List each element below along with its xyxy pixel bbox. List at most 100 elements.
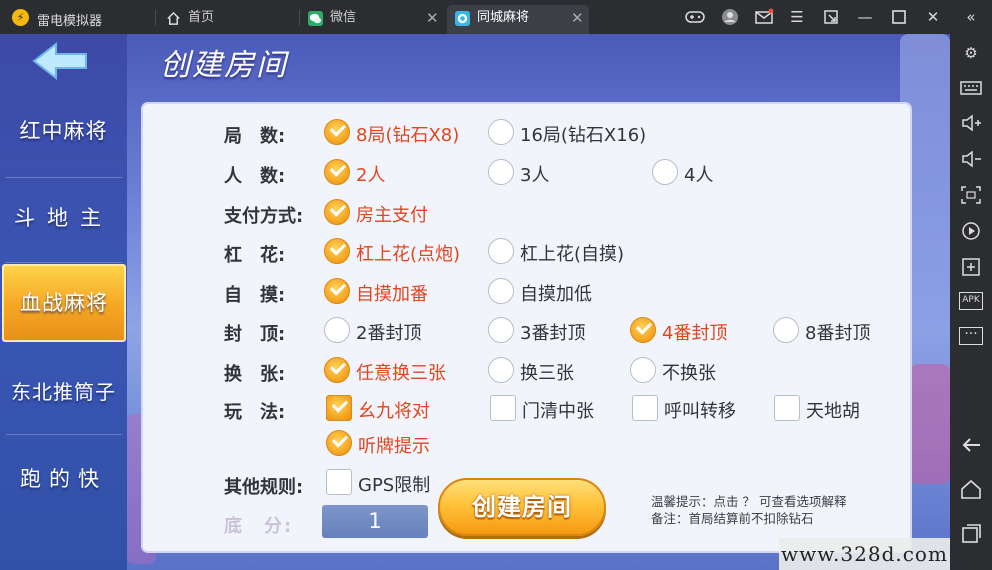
gamepad-icon[interactable] — [684, 7, 706, 27]
screenshot-icon[interactable] — [959, 184, 983, 206]
back-icon[interactable] — [959, 434, 983, 456]
nav-separator — [6, 262, 122, 263]
cap-label: 封 顶: — [224, 324, 286, 345]
volume-down-icon[interactable] — [959, 148, 983, 170]
radio-unchecked-icon — [488, 278, 514, 304]
cap-option-4[interactable]: 4番封顶 — [630, 317, 750, 345]
home-icon — [167, 11, 180, 25]
play-option-menqing[interactable]: 门清中张 — [490, 395, 620, 423]
radio-unchecked-icon — [488, 238, 514, 264]
cap-option-2[interactable]: 2番封顶 — [324, 317, 444, 345]
radio-unchecked-icon — [630, 357, 656, 383]
radio-unchecked-icon — [324, 317, 350, 343]
tab-home[interactable]: 首页 — [158, 5, 298, 34]
watermark: www.328d.com — [779, 538, 950, 570]
settings-icon[interactable]: ⚙ — [959, 42, 983, 64]
radio-checked-icon — [324, 278, 350, 304]
nav-dongbei-tuitongzi[interactable]: 东北推筒子 — [0, 352, 127, 432]
tab-wechat[interactable]: 微信 ✕ — [300, 5, 445, 34]
gang-option-dianpao[interactable]: 杠上花(点炮) — [324, 238, 484, 266]
swap-option-any[interactable]: 任意换三张 — [324, 357, 464, 385]
radio-checked-icon — [324, 357, 350, 383]
checkbox-unchecked-icon — [632, 395, 658, 421]
checkbox-checked-icon — [326, 395, 352, 421]
payment-option-host[interactable]: 房主支付 — [324, 199, 454, 227]
menu-icon[interactable]: ☰ — [786, 7, 808, 27]
radio-checked-icon — [324, 238, 350, 264]
close-tab-icon[interactable]: ✕ — [571, 5, 584, 31]
nav-paodekuai[interactable]: 跑的快 — [0, 439, 127, 519]
cap-option-8[interactable]: 8番封顶 — [773, 317, 893, 345]
close-icon[interactable]: ✕ — [922, 7, 944, 27]
emulator-logo-icon: ⚡ — [12, 9, 29, 26]
mahjong-app-icon — [455, 11, 470, 26]
radio-unchecked-icon — [773, 317, 799, 343]
rounds-label: 局 数: — [224, 126, 286, 147]
players-option-4[interactable]: 4人 — [652, 159, 742, 187]
radio-checked-icon — [630, 317, 656, 343]
payment-label: 支付方式: — [224, 206, 304, 227]
hint-option-tingpai[interactable]: 听牌提示 — [326, 430, 456, 458]
wechat-icon — [308, 11, 323, 26]
swap-option-none[interactable]: 不换张 — [630, 357, 750, 385]
fullscreen-icon[interactable] — [820, 7, 842, 27]
gang-option-zimo[interactable]: 杠上花(自摸) — [488, 238, 648, 266]
add-app-icon[interactable] — [959, 256, 983, 278]
title-bar: ⚡ 雷电模拟器 首页 微信 ✕ 同城麻将 ✕ ☰ — ✕ « — [0, 0, 992, 34]
swap-option-three[interactable]: 换三张 — [488, 357, 608, 385]
tab-mahjong-label: 同城麻将 — [477, 10, 530, 25]
gang-label: 杠 花: — [224, 245, 286, 266]
maximize-icon[interactable] — [888, 7, 910, 27]
checkbox-unchecked-icon — [774, 395, 800, 421]
user-icon[interactable] — [719, 7, 741, 27]
tab-mahjong[interactable]: 同城麻将 ✕ — [447, 5, 589, 34]
zimo-label: 自 摸: — [224, 285, 286, 306]
base-score-input[interactable]: 1 — [322, 505, 428, 538]
rounds-option-8[interactable]: 8局(钻石X8) — [324, 119, 474, 147]
close-tab-icon[interactable]: ✕ — [426, 5, 439, 31]
cap-option-3[interactable]: 3番封顶 — [488, 317, 608, 345]
players-option-2[interactable]: 2人 — [324, 159, 414, 187]
keyboard-icon[interactable] — [959, 77, 983, 99]
tab-separator — [155, 10, 156, 26]
zimo-option-jiafan[interactable]: 自摸加番 — [324, 278, 454, 306]
page-title: 创建房间 — [160, 48, 288, 83]
play-option-yaojiu[interactable]: 幺九将对 — [326, 395, 456, 423]
players-option-3[interactable]: 3人 — [488, 159, 578, 187]
tab-home-label: 首页 — [188, 10, 215, 25]
record-icon[interactable] — [959, 220, 983, 242]
other-option-gps[interactable]: GPS限制 — [326, 469, 436, 497]
apk-install-icon[interactable]: APK — [959, 292, 983, 310]
recent-apps-icon[interactable] — [959, 522, 983, 544]
play-option-hujiao[interactable]: 呼叫转移 — [632, 395, 762, 423]
create-room-button[interactable]: 创建房间 — [438, 478, 606, 536]
base-score-label: 底 分: — [224, 516, 294, 537]
other-rules-label: 其他规则: — [224, 477, 304, 498]
players-label: 人 数: — [224, 166, 286, 187]
nav-hongzhong-mahjong[interactable]: 红中麻将 — [0, 91, 127, 171]
checkbox-checked-icon — [326, 430, 352, 456]
nav-doudizhu[interactable]: 斗地主 — [0, 178, 127, 258]
home-icon[interactable] — [959, 478, 983, 500]
tip-line-2: 备注：首局结算前不扣除钻石 — [651, 511, 814, 526]
radio-unchecked-icon — [488, 317, 514, 343]
radio-unchecked-icon — [488, 119, 514, 145]
nav-separator — [6, 434, 122, 435]
zimo-option-jiadi[interactable]: 自摸加低 — [488, 278, 618, 306]
checkbox-unchecked-icon — [490, 395, 516, 421]
radio-unchecked-icon — [488, 159, 514, 185]
mail-icon[interactable] — [753, 7, 775, 27]
rounds-option-16[interactable]: 16局(钻石X16) — [488, 119, 658, 147]
radio-unchecked-icon — [652, 159, 678, 185]
back-arrow-icon[interactable] — [30, 40, 90, 82]
play-option-tiandihu[interactable]: 天地胡 — [774, 395, 904, 423]
more-icon[interactable]: ··· — [959, 327, 983, 345]
background-decoration — [910, 364, 950, 484]
radio-checked-icon — [324, 119, 350, 145]
minimize-icon[interactable]: — — [854, 7, 876, 27]
emulator-sidebar: ⚙ APK ··· — [950, 34, 992, 570]
volume-up-icon[interactable] — [959, 112, 983, 134]
nav-xuezhan-mahjong[interactable]: 血战麻将 — [2, 264, 126, 342]
checkbox-unchecked-icon — [326, 469, 352, 495]
collapse-icon[interactable]: « — [960, 7, 982, 27]
